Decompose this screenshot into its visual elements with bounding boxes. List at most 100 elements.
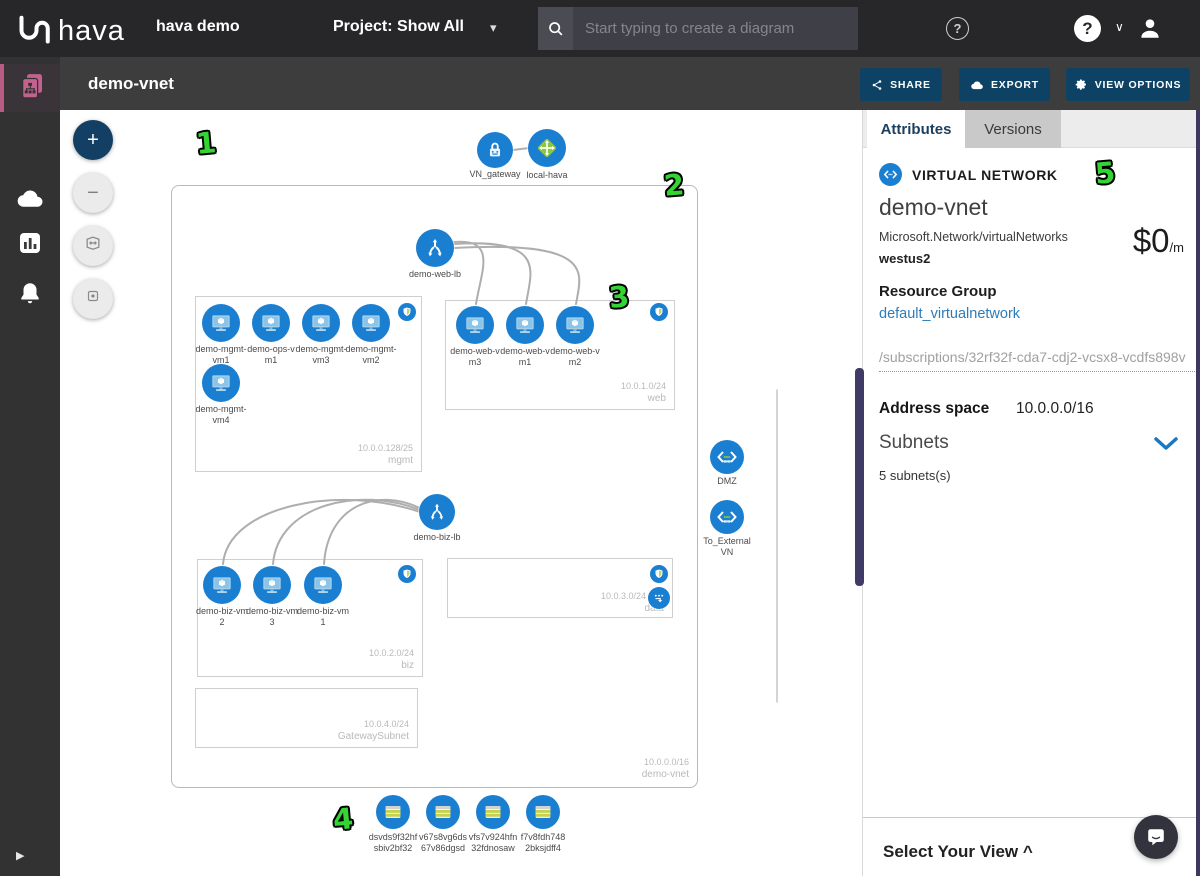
workspace-name: hava demo [156, 18, 240, 36]
vm-label: demo-biz-vm3 [245, 606, 299, 629]
storage-account-icon[interactable] [526, 795, 560, 829]
sidebar-item-sources[interactable] [0, 176, 60, 224]
center-view-button[interactable] [73, 279, 113, 319]
diagram-search[interactable] [538, 7, 858, 50]
vm-label: demo-biz-vm1 [296, 606, 350, 629]
nsg-shield-icon[interactable] [650, 303, 668, 321]
search-input[interactable] [573, 7, 858, 50]
share-button[interactable]: SHARE [860, 68, 942, 101]
storage-account-icon[interactable] [476, 795, 510, 829]
vm-icon[interactable] [302, 304, 340, 342]
subnets-section-label: Subnets [879, 432, 949, 454]
view-options-label: VIEW OPTIONS [1095, 79, 1182, 91]
project-caret-icon[interactable]: ▾ [490, 20, 497, 36]
resource-type-path: Microsoft.Network/virtualNetworks [879, 230, 1068, 244]
annotation-5: 5 [1094, 155, 1117, 191]
vnet-name: demo-vnet [642, 769, 689, 780]
vm-label: demo-mgmt-vm4 [194, 404, 248, 427]
subnets-chevron-down-icon[interactable] [1153, 436, 1179, 457]
vpn-gateway-icon[interactable] [477, 132, 513, 168]
logo-text: hava [58, 15, 125, 48]
sidebar-item-reports[interactable] [0, 221, 60, 269]
nsg-shield-icon[interactable] [650, 565, 668, 583]
zoom-out-label: − [87, 182, 99, 205]
vm-icon[interactable] [253, 566, 291, 604]
subnet-gateway[interactable]: 10.0.4.0/24 GatewaySubnet [195, 688, 418, 748]
project-selector[interactable]: Project: Show All [333, 18, 464, 36]
vm-icon[interactable] [202, 364, 240, 402]
export-button[interactable]: EXPORT [959, 68, 1050, 101]
export-cloud-icon [970, 80, 984, 90]
bar-chart-icon [18, 231, 42, 260]
storage-account-label: f7v8fdh748 2bksjdff4 [512, 832, 574, 855]
storage-account-icon[interactable] [426, 795, 460, 829]
hava-logo-icon [14, 9, 54, 54]
address-space-label: Address space [879, 400, 989, 418]
user-avatar-icon[interactable] [1137, 15, 1163, 41]
diagram-title-bar: demo-vnet SHARE EXPORT VIEW OPTIONS [60, 57, 1200, 110]
sidebar-item-alerts[interactable] [0, 271, 60, 319]
nsg-shield-icon[interactable] [398, 565, 416, 583]
chat-widget-icon[interactable] [1134, 815, 1178, 859]
address-space-value: 10.0.0.0/16 [1016, 400, 1094, 418]
route-table-icon[interactable] [648, 587, 670, 609]
view-options-button[interactable]: VIEW OPTIONS [1066, 68, 1190, 101]
app-window: hava hava demo Project: Show All ▾ ? ? ∨… [0, 0, 1200, 876]
virtual-network-icon [879, 163, 902, 186]
peering-external-icon[interactable] [710, 500, 744, 534]
vm-icon[interactable] [203, 566, 241, 604]
resource-group-link[interactable]: default_virtualnetwork [879, 306, 1020, 322]
vm-icon[interactable] [352, 304, 390, 342]
user-menu-caret-icon[interactable]: ∨ [1115, 20, 1124, 34]
top-nav-bar: hava hava demo Project: Show All ▾ ? ? ∨ [0, 0, 1200, 57]
zoom-in-button[interactable]: + [73, 120, 113, 160]
subnet-data[interactable]: 10.0.3.0/24 data [447, 558, 673, 618]
hava-logo[interactable]: hava [14, 9, 125, 54]
resource-name: demo-vnet [879, 194, 988, 221]
web-load-balancer-label: demo-web-lb [408, 269, 462, 280]
left-sidebar: ▶ [0, 57, 60, 876]
zoom-out-button[interactable]: − [73, 173, 113, 213]
window-scrollbar-track[interactable] [1196, 110, 1200, 876]
vm-icon[interactable] [456, 306, 494, 344]
local-gateway-icon[interactable] [528, 129, 566, 167]
diagram-canvas[interactable]: + − 1 2 3 4 VN_gateway local-hava 10.0.0… [60, 110, 862, 876]
subnets-count: 5 subnets(s) [879, 468, 951, 483]
biz-load-balancer-label: demo-biz-lb [397, 532, 477, 543]
fit-view-icon [83, 233, 103, 259]
sidebar-item-environments[interactable] [0, 64, 60, 112]
export-label: EXPORT [991, 79, 1039, 91]
annotation-1: 1 [195, 125, 218, 161]
vm-icon[interactable] [506, 306, 544, 344]
vm-label: demo-mgmt-vm2 [344, 344, 398, 367]
share-label: SHARE [890, 79, 931, 91]
subnet-gateway-cidr: 10.0.4.0/24 [364, 719, 409, 729]
annotation-4: 4 [332, 801, 355, 837]
help-icon[interactable]: ? [1074, 15, 1101, 42]
biz-load-balancer-icon[interactable] [419, 494, 455, 530]
vm-label: demo-web-vm2 [548, 346, 602, 369]
annotation-2: 2 [663, 167, 686, 203]
vm-label: demo-biz-vm2 [195, 606, 249, 629]
tab-versions[interactable]: Versions [965, 110, 1061, 148]
panel-scrollbar-thumb[interactable] [855, 368, 864, 586]
cost-estimate: $0/m [1133, 222, 1184, 260]
vm-icon[interactable] [556, 306, 594, 344]
nsg-shield-icon[interactable] [398, 303, 416, 321]
web-load-balancer-icon[interactable] [416, 229, 454, 267]
vm-icon[interactable] [252, 304, 290, 342]
storage-account-icon[interactable] [376, 795, 410, 829]
subnet-biz-name: biz [401, 660, 414, 671]
resource-type-row: VIRTUAL NETWORK [879, 163, 1058, 186]
sidebar-expand-icon[interactable]: ▶ [16, 849, 24, 862]
select-your-view[interactable]: Select Your View ^ [883, 842, 1033, 862]
vm-icon[interactable] [304, 566, 342, 604]
peering-dmz-icon[interactable] [710, 440, 744, 474]
vm-label: demo-web-vm3 [448, 346, 502, 369]
tab-attributes[interactable]: Attributes [867, 110, 965, 148]
search-icon[interactable] [538, 7, 573, 50]
help-outline-icon[interactable]: ? [946, 17, 969, 40]
subnet-data-cidr: 10.0.3.0/24 [601, 591, 646, 601]
fit-view-button[interactable] [73, 226, 113, 266]
vm-icon[interactable] [202, 304, 240, 342]
